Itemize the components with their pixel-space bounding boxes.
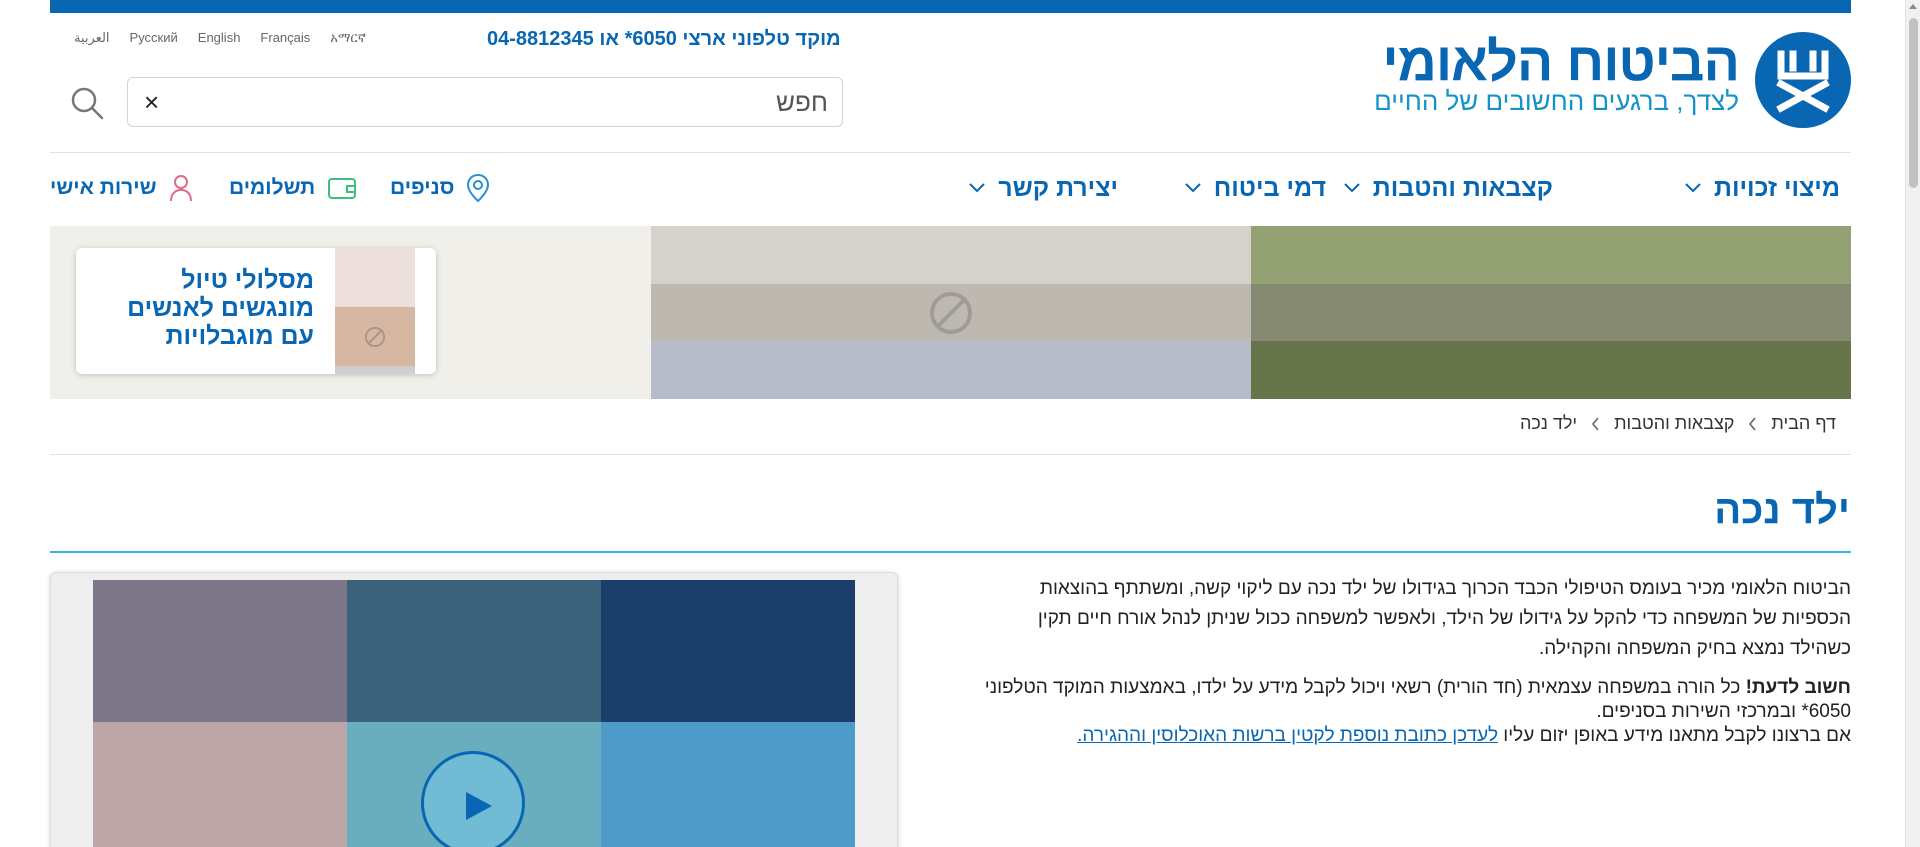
page-scrollbar[interactable] bbox=[1905, 0, 1920, 847]
wallet-icon bbox=[328, 178, 357, 199]
title-underline bbox=[50, 551, 1851, 553]
promo-card[interactable]: מסלולי טיול מונגשים לאנשים עם מוגבלויות bbox=[76, 248, 436, 374]
breadcrumb-current: ילד נכה bbox=[1520, 413, 1578, 433]
header-divider bbox=[50, 152, 1851, 153]
nav-label: קצבאות והטבות bbox=[1372, 173, 1553, 202]
breadcrumb-home[interactable]: דף הבית bbox=[1771, 413, 1836, 434]
map-pin-icon bbox=[467, 173, 490, 203]
banner-panel-left: מסלולי טיול מונגשים לאנשים עם מוגבלויות bbox=[50, 226, 651, 399]
chevron-down-icon bbox=[1685, 183, 1701, 193]
chevron-left-icon bbox=[1749, 416, 1757, 431]
util-personal-service[interactable]: שירות אישי bbox=[50, 172, 193, 204]
breadcrumb-divider bbox=[50, 454, 1851, 455]
search-icon[interactable] bbox=[70, 86, 104, 120]
breadcrumb: דף הבית קצבאות והטבות ילד נכה bbox=[1520, 413, 1836, 434]
intro-paragraph: הביטוח הלאומי מכיר בעומס הטיפולי הכבד הכ… bbox=[1037, 578, 1851, 659]
hotline-phone[interactable]: מוקד טלפוני ארצי 6050* או 04-8812345 bbox=[487, 28, 841, 51]
image-placeholder-icon bbox=[364, 326, 386, 347]
play-button[interactable] bbox=[421, 751, 525, 847]
chevron-down-icon bbox=[1344, 183, 1360, 193]
nav-label: מיצוי זכויות bbox=[1714, 173, 1840, 202]
util-branches[interactable]: סניפים bbox=[390, 172, 490, 204]
util-label: תשלומים bbox=[229, 176, 316, 199]
clear-search-button[interactable]: × bbox=[144, 88, 159, 116]
notice-bold: חשוב לדעת! bbox=[1745, 677, 1851, 698]
nav-rights[interactable]: מיצוי זכויות bbox=[1684, 172, 1840, 204]
chevron-down-icon bbox=[969, 183, 985, 193]
util-label: סניפים bbox=[390, 176, 455, 199]
video-player[interactable] bbox=[50, 572, 898, 847]
promo-image bbox=[335, 248, 415, 374]
banner-panel-middle bbox=[651, 226, 1251, 399]
scroll-up-arrow-icon[interactable] bbox=[1909, 4, 1917, 9]
nav-label: דמי ביטוח bbox=[1213, 173, 1326, 202]
nav-contact[interactable]: יצירת קשר bbox=[968, 172, 1118, 204]
logo-emblem-icon bbox=[1755, 32, 1851, 128]
promo-line: עם מוגבלויות bbox=[165, 322, 314, 350]
nav-benefits[interactable]: קצבאות והטבות bbox=[1343, 172, 1553, 204]
play-icon bbox=[466, 792, 492, 820]
lang-amharic[interactable]: አማርኛ bbox=[330, 30, 366, 46]
util-payments[interactable]: תשלומים bbox=[229, 172, 357, 204]
util-label: שירות אישי bbox=[50, 176, 157, 199]
promo-line: מונגשים לאנשים bbox=[127, 294, 314, 322]
lang-russian[interactable]: Русский bbox=[130, 30, 178, 46]
chevron-left-icon bbox=[1592, 416, 1599, 431]
nav-label: יצירת קשר bbox=[998, 173, 1118, 202]
logo-slogan: לצדך, ברגעים החשובים של החיים bbox=[1374, 86, 1739, 116]
search-input[interactable] bbox=[202, 78, 842, 126]
lang-arabic[interactable]: العربية bbox=[74, 30, 110, 46]
lang-french[interactable]: Français bbox=[260, 30, 310, 46]
language-switcher: العربية Русский English Français አማርኛ bbox=[74, 30, 366, 46]
search-box: × bbox=[127, 77, 843, 127]
top-accent-bar bbox=[50, 0, 1851, 13]
lang-english[interactable]: English bbox=[198, 30, 241, 46]
notice-text: כל הורה במשפחה עצמאית (חד הורית) רשאי וי… bbox=[984, 677, 1851, 722]
image-placeholder-icon bbox=[930, 291, 972, 334]
update-paragraph: אם ברצונו לקבל מתאנו מידע באופן יזום עלי… bbox=[976, 724, 1851, 748]
banner-panel-right bbox=[1251, 226, 1851, 399]
site-logo[interactable]: הביטוח הלאומי לצדך, ברגעים החשובים של הח… bbox=[1231, 30, 1851, 128]
notice-paragraph: חשוב לדעת! כל הורה במשפחה עצמאית (חד הור… bbox=[976, 676, 1851, 724]
hero-banner: מסלולי טיול מונגשים לאנשים עם מוגבלויות bbox=[50, 226, 1851, 399]
chevron-down-icon bbox=[1185, 183, 1201, 193]
nav-insurance-fees[interactable]: דמי ביטוח bbox=[1184, 172, 1326, 204]
update-address-link[interactable]: לעדכן כתובת נוספת לקטין ברשות האוכלוסין … bbox=[1077, 725, 1498, 746]
page-title: ילד נכה bbox=[1714, 488, 1850, 532]
user-icon bbox=[169, 175, 192, 202]
article-body: הביטוח הלאומי מכיר בעומס הטיפולי הכבד הכ… bbox=[976, 574, 1851, 748]
logo-title: הביטוח הלאומי bbox=[1382, 32, 1740, 92]
breadcrumb-benefits[interactable]: קצבאות והטבות bbox=[1614, 413, 1734, 434]
promo-text: מסלולי טיול מונגשים לאנשים עם מוגבלויות bbox=[84, 266, 314, 350]
scrollbar-thumb[interactable] bbox=[1909, 18, 1918, 188]
promo-line: מסלולי טיול bbox=[181, 266, 314, 294]
update-text: אם ברצונו לקבל מתאנו מידע באופן יזום עלי… bbox=[1498, 725, 1851, 746]
